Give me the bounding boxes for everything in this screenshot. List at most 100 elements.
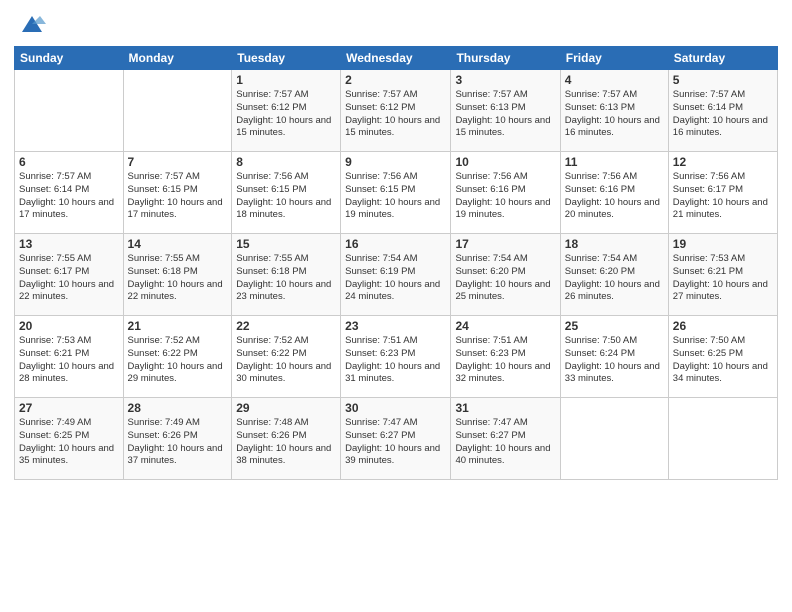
day-info: Sunrise: 7:49 AM Sunset: 6:25 PM Dayligh… <box>19 417 119 468</box>
day-number: 24 <box>455 319 555 333</box>
weekday-header-saturday: Saturday <box>668 47 777 70</box>
day-cell: 8Sunrise: 7:56 AM Sunset: 6:15 PM Daylig… <box>232 152 341 234</box>
day-info: Sunrise: 7:56 AM Sunset: 6:17 PM Dayligh… <box>673 171 773 222</box>
day-cell <box>668 398 777 480</box>
day-cell: 31 Sunrise: 7:47 AM Sunset: 6:27 PM Dayli… <box>451 398 560 480</box>
day-cell: 16 Sunrise: 7:54 AM Sunset: 6:19 PM Dayli… <box>341 234 451 316</box>
day-cell: 6 Sunrise: 7:57 AM Sunset: 6:14 PM Daylig… <box>15 152 124 234</box>
day-cell: 14Sunrise: 7:55 AM Sunset: 6:18 PM Dayli… <box>123 234 232 316</box>
day-info: Sunrise: 7:52 AM Sunset: 6:22 PM Dayligh… <box>128 335 228 386</box>
day-number: 17 <box>455 237 555 251</box>
day-number: 4 <box>565 73 664 87</box>
day-cell: 15 Sunrise: 7:55 AM Sunset: 6:18 PM Dayli… <box>232 234 341 316</box>
week-row-5: 27 Sunrise: 7:49 AM Sunset: 6:25 PM Dayli… <box>15 398 778 480</box>
day-info: Sunrise: 7:56 AM Sunset: 6:16 PM Dayligh… <box>565 171 664 222</box>
day-info: Sunrise: 7:57 AM Sunset: 6:13 PM Dayligh… <box>455 89 555 140</box>
day-number: 23 <box>345 319 446 333</box>
day-info: Sunrise: 7:55 AM Sunset: 6:17 PM Dayligh… <box>19 253 119 304</box>
day-info: Sunrise: 7:51 AM Sunset: 6:23 PM Dayligh… <box>455 335 555 386</box>
day-number: 8 <box>236 155 336 169</box>
day-cell: 11 Sunrise: 7:56 AM Sunset: 6:16 PM Dayli… <box>560 152 668 234</box>
day-info: Sunrise: 7:57 AM Sunset: 6:12 PM Dayligh… <box>345 89 446 140</box>
day-number: 15 <box>236 237 336 251</box>
calendar-table: SundayMondayTuesdayWednesdayThursdayFrid… <box>14 46 778 480</box>
day-number: 7 <box>128 155 228 169</box>
weekday-header-row: SundayMondayTuesdayWednesdayThursdayFrid… <box>15 47 778 70</box>
logo <box>14 10 46 38</box>
day-info: Sunrise: 7:50 AM Sunset: 6:24 PM Dayligh… <box>565 335 664 386</box>
day-info: Sunrise: 7:57 AM Sunset: 6:14 PM Dayligh… <box>673 89 773 140</box>
day-number: 2 <box>345 73 446 87</box>
header <box>14 10 778 38</box>
day-cell: 3 Sunrise: 7:57 AM Sunset: 6:13 PM Daylig… <box>451 70 560 152</box>
weekday-header-thursday: Thursday <box>451 47 560 70</box>
day-number: 18 <box>565 237 664 251</box>
page: SundayMondayTuesdayWednesdayThursdayFrid… <box>0 0 792 612</box>
day-cell: 26Sunrise: 7:50 AM Sunset: 6:25 PM Dayli… <box>668 316 777 398</box>
day-info: Sunrise: 7:54 AM Sunset: 6:20 PM Dayligh… <box>455 253 555 304</box>
day-info: Sunrise: 7:51 AM Sunset: 6:23 PM Dayligh… <box>345 335 446 386</box>
week-row-3: 13 Sunrise: 7:55 AM Sunset: 6:17 PM Dayli… <box>15 234 778 316</box>
day-number: 27 <box>19 401 119 415</box>
day-info: Sunrise: 7:47 AM Sunset: 6:27 PM Dayligh… <box>455 417 555 468</box>
day-info: Sunrise: 7:57 AM Sunset: 6:12 PM Dayligh… <box>236 89 336 140</box>
day-number: 30 <box>345 401 446 415</box>
day-number: 14 <box>128 237 228 251</box>
day-number: 20 <box>19 319 119 333</box>
logo-icon <box>18 10 46 38</box>
day-number: 19 <box>673 237 773 251</box>
day-cell: 24 Sunrise: 7:51 AM Sunset: 6:23 PM Dayli… <box>451 316 560 398</box>
day-info: Sunrise: 7:54 AM Sunset: 6:20 PM Dayligh… <box>565 253 664 304</box>
day-number: 6 <box>19 155 119 169</box>
day-cell: 7 Sunrise: 7:57 AM Sunset: 6:15 PM Daylig… <box>123 152 232 234</box>
day-info: Sunrise: 7:57 AM Sunset: 6:15 PM Dayligh… <box>128 171 228 222</box>
day-info: Sunrise: 7:57 AM Sunset: 6:13 PM Dayligh… <box>565 89 664 140</box>
day-info: Sunrise: 7:54 AM Sunset: 6:19 PM Dayligh… <box>345 253 446 304</box>
day-info: Sunrise: 7:53 AM Sunset: 6:21 PM Dayligh… <box>19 335 119 386</box>
day-cell: 13 Sunrise: 7:55 AM Sunset: 6:17 PM Dayli… <box>15 234 124 316</box>
day-number: 13 <box>19 237 119 251</box>
week-row-4: 20 Sunrise: 7:53 AM Sunset: 6:21 PM Dayli… <box>15 316 778 398</box>
day-cell: 9Sunrise: 7:56 AM Sunset: 6:15 PM Daylig… <box>341 152 451 234</box>
day-info: Sunrise: 7:47 AM Sunset: 6:27 PM Dayligh… <box>345 417 446 468</box>
day-cell: 10Sunrise: 7:56 AM Sunset: 6:16 PM Dayli… <box>451 152 560 234</box>
day-number: 3 <box>455 73 555 87</box>
day-number: 29 <box>236 401 336 415</box>
day-cell: 22Sunrise: 7:52 AM Sunset: 6:22 PM Dayli… <box>232 316 341 398</box>
day-number: 12 <box>673 155 773 169</box>
day-cell: 19 Sunrise: 7:53 AM Sunset: 6:21 PM Dayli… <box>668 234 777 316</box>
day-cell: 18 Sunrise: 7:54 AM Sunset: 6:20 PM Dayli… <box>560 234 668 316</box>
day-number: 1 <box>236 73 336 87</box>
day-info: Sunrise: 7:55 AM Sunset: 6:18 PM Dayligh… <box>236 253 336 304</box>
week-row-2: 6 Sunrise: 7:57 AM Sunset: 6:14 PM Daylig… <box>15 152 778 234</box>
week-row-1: 1 Sunrise: 7:57 AM Sunset: 6:12 PM Daylig… <box>15 70 778 152</box>
day-cell <box>560 398 668 480</box>
day-cell: 29 Sunrise: 7:48 AM Sunset: 6:26 PM Dayli… <box>232 398 341 480</box>
day-cell: 27 Sunrise: 7:49 AM Sunset: 6:25 PM Dayli… <box>15 398 124 480</box>
day-cell: 20 Sunrise: 7:53 AM Sunset: 6:21 PM Dayli… <box>15 316 124 398</box>
day-cell: 30 Sunrise: 7:47 AM Sunset: 6:27 PM Dayli… <box>341 398 451 480</box>
day-number: 16 <box>345 237 446 251</box>
day-info: Sunrise: 7:56 AM Sunset: 6:15 PM Dayligh… <box>345 171 446 222</box>
day-cell <box>15 70 124 152</box>
day-number: 21 <box>128 319 228 333</box>
weekday-header-wednesday: Wednesday <box>341 47 451 70</box>
day-cell: 23 Sunrise: 7:51 AM Sunset: 6:23 PM Dayli… <box>341 316 451 398</box>
day-info: Sunrise: 7:50 AM Sunset: 6:25 PM Dayligh… <box>673 335 773 386</box>
day-cell: 17 Sunrise: 7:54 AM Sunset: 6:20 PM Dayli… <box>451 234 560 316</box>
day-cell: 4 Sunrise: 7:57 AM Sunset: 6:13 PM Daylig… <box>560 70 668 152</box>
weekday-header-sunday: Sunday <box>15 47 124 70</box>
day-cell: 21 Sunrise: 7:52 AM Sunset: 6:22 PM Dayli… <box>123 316 232 398</box>
day-info: Sunrise: 7:53 AM Sunset: 6:21 PM Dayligh… <box>673 253 773 304</box>
day-number: 31 <box>455 401 555 415</box>
day-number: 28 <box>128 401 228 415</box>
day-info: Sunrise: 7:57 AM Sunset: 6:14 PM Dayligh… <box>19 171 119 222</box>
day-cell: 2 Sunrise: 7:57 AM Sunset: 6:12 PM Daylig… <box>341 70 451 152</box>
day-cell: 12 Sunrise: 7:56 AM Sunset: 6:17 PM Dayli… <box>668 152 777 234</box>
weekday-header-monday: Monday <box>123 47 232 70</box>
day-cell: 1 Sunrise: 7:57 AM Sunset: 6:12 PM Daylig… <box>232 70 341 152</box>
day-info: Sunrise: 7:48 AM Sunset: 6:26 PM Dayligh… <box>236 417 336 468</box>
day-info: Sunrise: 7:49 AM Sunset: 6:26 PM Dayligh… <box>128 417 228 468</box>
weekday-header-friday: Friday <box>560 47 668 70</box>
day-number: 11 <box>565 155 664 169</box>
